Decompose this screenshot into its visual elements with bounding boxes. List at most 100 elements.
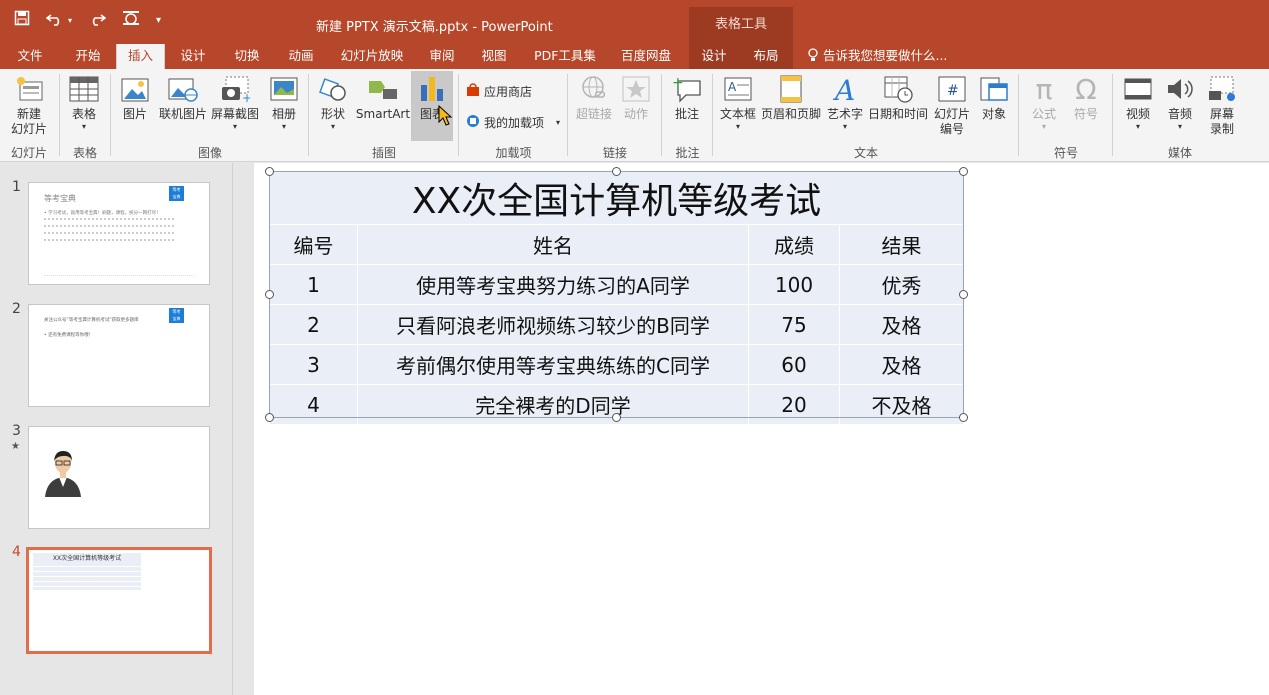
slide-number-icon: # [936,74,968,104]
addins-dropdown-icon: ▾ [556,118,561,127]
equation-button[interactable]: π 公式 ▾ [1024,72,1064,132]
datetime-button[interactable]: 日期和时间 [868,74,928,122]
smartart-button[interactable]: SmartArt [355,74,411,122]
cell-result[interactable]: 优秀 [838,264,965,305]
slide-thumbnail-2[interactable]: 关注公众号“等考宝典计算机考试”获取更多题库 • 还有免费课程等你哦！ 等考 宝… [28,304,210,407]
tab-design[interactable]: 设计 [170,44,216,69]
resize-handle-left[interactable] [265,290,274,299]
table-title-cell[interactable]: XX次全国计算机等级考试 [268,171,965,225]
slide2-badge: 等考 宝典 [169,308,184,323]
table-icon [68,74,100,104]
resize-handle-bottom[interactable] [612,413,621,422]
pi-icon: π [1035,72,1053,106]
header-name[interactable]: 姓名 [357,224,749,265]
slide2-line1: 关注公众号“等考宝典计算机考试”获取更多题库 [44,318,139,323]
slide-number-3: 3 [12,423,21,439]
comment-button[interactable]: + 批注 [667,74,707,122]
chart-button[interactable]: 图表 [411,71,453,141]
slide-number-button[interactable]: # 幻灯片 编号 [930,74,974,137]
header-footer-button[interactable]: 页眉和页脚 [760,74,822,122]
resize-handle-top-right[interactable] [959,167,968,176]
customize-icon[interactable]: ▾ [156,10,161,32]
slide-thumbnail-1[interactable]: 等考宝典 等考 宝典 • 学习考试，就用等考宝典！刷题，课程，统分一网打尽！ [28,182,210,285]
action-button[interactable]: 动作 [617,74,655,122]
undo-icon[interactable] [45,10,64,32]
tab-slideshow[interactable]: 幻灯片放映 [334,44,410,69]
cell-result[interactable]: 不及格 [838,384,965,425]
slide-thumbnail-4[interactable]: XX次全国计算机等级考试 [26,547,212,654]
picture-button[interactable]: 图片 [116,74,154,122]
picture-icon [119,74,151,104]
audio-button[interactable]: 音频 ▾ [1160,74,1200,131]
cell-id[interactable]: 3 [269,344,358,385]
exam-results-table[interactable]: XX次全国计算机等级考试 编号 姓名 成绩 结果 1 使用等考宝典努力练习的A同… [268,171,965,425]
screen-record-button[interactable]: 屏幕 录制 [1202,74,1242,137]
resize-handle-right[interactable] [959,290,968,299]
cell-name[interactable]: 考前偶尔使用等考宝典练练的C同学 [357,344,749,385]
slide-thumbnail-3[interactable] [28,426,210,529]
ribbon-tabs: 文件 开始 插入 设计 切换 动画 幻灯片放映 审阅 视图 PDF工具集 百度网… [0,44,1269,69]
document-title: 新建 PPTX 演示文稿.pptx - PowerPoint [316,20,553,35]
tab-baidu-netdisk[interactable]: 百度网盘 [612,44,680,69]
shapes-button[interactable]: 形状 ▾ [314,74,352,131]
cell-id[interactable]: 1 [269,264,358,305]
tab-home[interactable]: 开始 [64,44,112,69]
tab-table-design[interactable]: 设计 [692,44,736,69]
slide-number-1: 1 [12,179,21,195]
table-row: 2 只看阿浪老师视频练习较少的B同学 75 及格 [269,304,965,345]
tab-animations[interactable]: 动画 [278,44,324,69]
online-picture-icon [167,74,199,104]
group-label-media: 媒体 [1167,146,1192,160]
new-slide-button[interactable]: 新建 幻灯片 [4,74,54,137]
tab-file[interactable]: 文件 [8,44,52,69]
cell-result[interactable]: 及格 [838,344,965,385]
header-id[interactable]: 编号 [269,224,358,265]
tell-me-search[interactable]: 告诉我您想要做什么... [807,44,947,69]
redo-icon[interactable] [88,10,107,32]
header-result[interactable]: 结果 [838,224,965,265]
object-button[interactable]: 对象 [976,74,1012,122]
group-label-symbols: 符号 [1053,146,1078,160]
group-label-links: 链接 [602,146,627,160]
video-button[interactable]: 视频 ▾ [1118,74,1158,131]
cell-id[interactable]: 2 [269,304,358,345]
speaker-icon [1164,74,1196,104]
table-row: 3 考前偶尔使用等考宝典练练的C同学 60 及格 [269,344,965,385]
resize-handle-bottom-left[interactable] [265,413,274,422]
my-addins-button[interactable]: 我的加载项 ▾ [466,114,560,131]
cell-result[interactable]: 及格 [838,304,965,345]
thumbnail-panel-scrollbar[interactable] [232,163,254,695]
touch-mode-icon[interactable] [122,10,140,32]
cell-score[interactable]: 100 [748,264,840,305]
cell-name[interactable]: 只看阿浪老师视频练习较少的B同学 [357,304,749,345]
tab-transitions[interactable]: 切换 [224,44,270,69]
cell-score[interactable]: 60 [748,344,840,385]
tab-table-layout[interactable]: 布局 [744,44,788,69]
online-picture-button[interactable]: 联机图片 [157,74,209,122]
textbox-button[interactable]: A 文本框 ▾ [718,74,758,131]
header-footer-icon [775,74,807,104]
cell-score[interactable]: 20 [748,384,840,425]
save-icon[interactable] [14,10,30,32]
cell-score[interactable]: 75 [748,304,840,345]
tab-view[interactable]: 视图 [472,44,516,69]
store-button[interactable]: 应用商店 [466,83,532,100]
resize-handle-top[interactable] [612,167,621,176]
slide1-title: 等考宝典 [44,194,76,203]
tab-review[interactable]: 审阅 [420,44,464,69]
table-button[interactable]: 表格 ▾ [64,74,104,131]
hyperlink-button[interactable]: 超链接 [573,74,615,122]
album-button[interactable]: 相册 ▾ [264,74,304,131]
cell-id[interactable]: 4 [269,384,358,425]
tab-insert[interactable]: 插入 [116,44,165,69]
cell-name[interactable]: 完全裸考的D同学 [357,384,749,425]
symbol-button[interactable]: Ω 符号 [1066,73,1106,122]
resize-handle-bottom-right[interactable] [959,413,968,422]
header-score[interactable]: 成绩 [748,224,840,265]
cell-name[interactable]: 使用等考宝典努力练习的A同学 [357,264,749,305]
resize-handle-top-left[interactable] [265,167,274,176]
undo-dropdown-icon[interactable]: ▾ [68,10,72,32]
tab-pdf-tools[interactable]: PDF工具集 [528,44,602,69]
screenshot-button[interactable]: + 屏幕截图 ▾ [210,74,260,131]
wordart-button[interactable]: A 艺术字 ▾ [824,74,866,131]
